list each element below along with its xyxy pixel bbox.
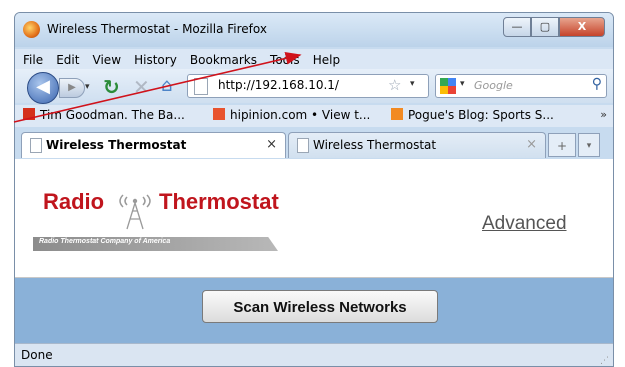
tab-close-icon[interactable]: × (266, 137, 277, 152)
page-icon (194, 78, 208, 95)
maximize-button[interactable]: ▢ (531, 17, 559, 37)
resize-grip-icon[interactable]: ⋰ (600, 356, 609, 366)
menu-help[interactable]: Help (313, 50, 340, 70)
search-icon[interactable]: ⚲ (592, 76, 602, 92)
tab-page-icon (297, 138, 309, 153)
bookmarks-toolbar: Tim Goodman. The Ba... hipinion.com • Vi… (15, 105, 613, 127)
title-bar: Wireless Thermostat - Mozilla Firefox — … (15, 13, 613, 47)
menu-file[interactable]: File (23, 50, 43, 70)
firefox-icon (23, 21, 40, 38)
logo-text-thermostat: Thermostat (159, 189, 279, 214)
minimize-button[interactable]: — (503, 17, 531, 37)
logo-text-radio: Radio (43, 189, 105, 214)
search-box[interactable]: ▾ Google ⚲ (435, 74, 607, 98)
tab-label: Wireless Thermostat (313, 138, 437, 152)
menu-view[interactable]: View (93, 50, 121, 70)
bookmark-favicon-icon (23, 108, 35, 120)
tab-wireless-thermostat-active[interactable]: Wireless Thermostat × (21, 132, 286, 158)
window-title: Wireless Thermostat - Mozilla Firefox (47, 22, 267, 36)
bookmark-item[interactable]: Tim Goodman. The Ba... (23, 108, 185, 122)
stop-icon[interactable]: ✕ (133, 75, 150, 99)
tab-close-icon[interactable]: × (526, 137, 537, 152)
page-content: Radio Thermostat Radio Thermostat Compan… (15, 159, 613, 343)
bookmark-favicon-icon (391, 108, 403, 120)
history-dropdown-icon[interactable]: ▾ (85, 78, 90, 96)
status-text: Done (21, 348, 53, 362)
scan-wireless-networks-button[interactable]: Scan Wireless Networks (202, 290, 438, 323)
bookmark-favicon-icon (213, 108, 225, 120)
reload-icon[interactable]: ↻ (103, 75, 120, 99)
menu-edit[interactable]: Edit (56, 50, 79, 70)
menu-history[interactable]: History (134, 50, 177, 70)
new-tab-button[interactable]: + (548, 133, 576, 157)
tab-strip: Wireless Thermostat × Wireless Thermosta… (15, 129, 613, 159)
search-engine-dropdown-icon[interactable]: ▾ (460, 79, 465, 89)
tab-list-button[interactable]: ▾ (578, 133, 600, 157)
status-bar: Done ⋰ (15, 343, 613, 366)
menu-tools[interactable]: Tools (270, 50, 300, 70)
home-icon[interactable]: ⌂ (161, 75, 172, 96)
menu-bar: File Edit View History Bookmarks Tools H… (15, 49, 613, 69)
bookmark-item[interactable]: Pogue's Blog: Sports S... (391, 108, 554, 122)
advanced-link[interactable]: Advanced (482, 213, 567, 235)
tab-wireless-thermostat[interactable]: Wireless Thermostat × (288, 132, 546, 158)
bookmarks-overflow-button[interactable]: » (600, 108, 607, 121)
bookmark-item[interactable]: hipinion.com • View t... (213, 108, 370, 122)
antenna-icon (119, 194, 151, 230)
browser-window: Wireless Thermostat - Mozilla Firefox — … (14, 12, 614, 367)
google-icon[interactable] (440, 78, 456, 94)
radio-thermostat-logo: Radio Thermostat Radio Thermostat Compan… (29, 189, 289, 269)
address-bar[interactable]: http://192.168.10.1/ ☆ ▾ (187, 74, 429, 98)
search-placeholder[interactable]: Google (474, 79, 513, 92)
bookmark-star-icon[interactable]: ☆ (388, 76, 401, 94)
close-button[interactable]: X (559, 17, 605, 37)
url-dropdown-icon[interactable]: ▾ (410, 79, 415, 89)
window-controls: — ▢ X (503, 17, 605, 37)
url-text[interactable]: http://192.168.10.1/ (218, 78, 339, 92)
navigation-toolbar: ◀ ▶ ▾ ↻ ✕ ⌂ http://192.168.10.1/ ☆ ▾ ▾ G… (15, 69, 613, 104)
menu-bookmarks[interactable]: Bookmarks (190, 50, 257, 70)
tab-page-icon (30, 138, 42, 153)
logo-subtitle: Radio Thermostat Company of America (39, 238, 171, 245)
forward-button[interactable]: ▶ (59, 78, 85, 98)
back-button[interactable]: ◀ (27, 72, 59, 104)
tab-label: Wireless Thermostat (46, 138, 187, 152)
